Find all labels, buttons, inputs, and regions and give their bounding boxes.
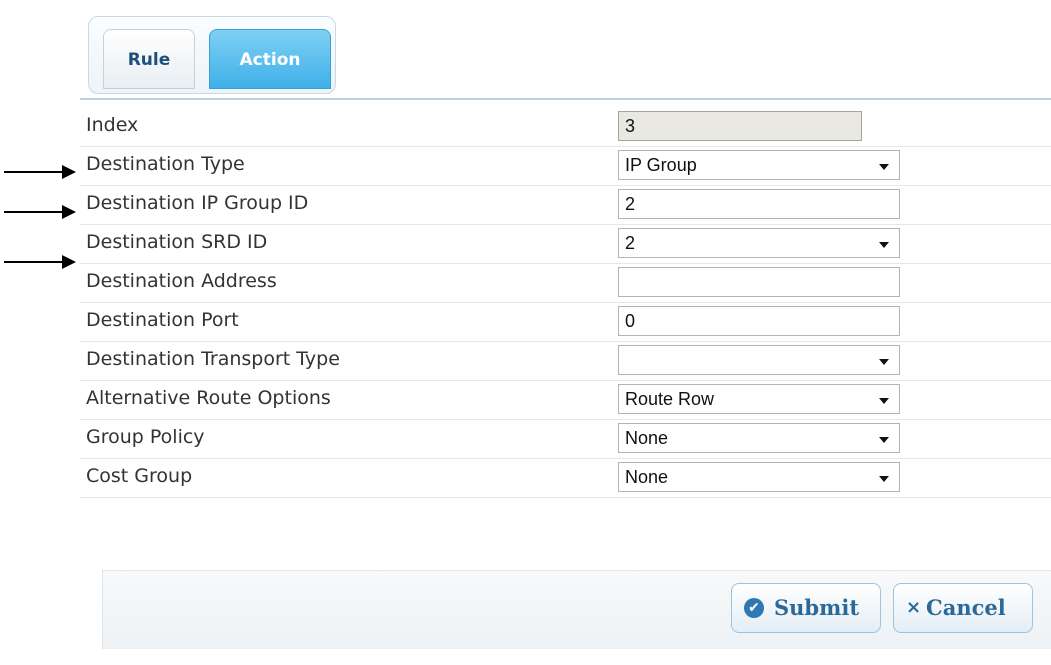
- cost-group-value: None: [625, 467, 669, 487]
- group-policy-label: Group Policy: [86, 426, 205, 448]
- chevron-down-icon: [879, 242, 889, 248]
- destination-transport-type-label: Destination Transport Type: [86, 348, 340, 370]
- index-label: Index: [86, 114, 139, 136]
- cancel-button[interactable]: × Cancel: [893, 583, 1033, 633]
- annotation-gutter: [0, 0, 80, 665]
- cancel-label: Cancel: [926, 595, 1006, 620]
- form-panel: Rule Action Index 3 Destination Type IP …: [80, 0, 1051, 665]
- x-icon: ×: [906, 597, 922, 618]
- form-footer: ✔ Submit × Cancel: [102, 570, 1051, 649]
- submit-label: Submit: [774, 595, 860, 620]
- alternative-route-options-value: Route Row: [625, 389, 715, 409]
- chevron-down-icon: [879, 164, 889, 170]
- destination-address-label: Destination Address: [86, 270, 277, 292]
- tab-action[interactable]: Action: [209, 29, 331, 89]
- row-destination-type: Destination Type IP Group: [80, 147, 1051, 186]
- check-circle-icon: ✔: [744, 598, 764, 618]
- cost-group-label: Cost Group: [86, 465, 193, 487]
- destination-srd-id-select[interactable]: 2: [618, 228, 900, 258]
- destination-address-input[interactable]: [618, 267, 900, 297]
- arrow-icon: [4, 255, 76, 269]
- arrow-icon: [4, 205, 76, 219]
- row-group-policy: Group Policy None: [80, 420, 1051, 459]
- form-rows: Index 3 Destination Type IP Group Destin…: [80, 108, 1051, 498]
- alternative-route-options-label: Alternative Route Options: [86, 387, 331, 409]
- submit-button[interactable]: ✔ Submit: [731, 583, 881, 633]
- chevron-down-icon: [879, 398, 889, 404]
- row-cost-group: Cost Group None: [80, 459, 1051, 498]
- chevron-down-icon: [879, 476, 889, 482]
- arrow-icon: [4, 165, 76, 179]
- destination-ip-group-id-label: Destination IP Group ID: [86, 192, 309, 214]
- tab-rule[interactable]: Rule: [103, 29, 195, 89]
- row-alternative-route-options: Alternative Route Options Route Row: [80, 381, 1051, 420]
- index-field: 3: [618, 111, 862, 141]
- destination-ip-group-id-input[interactable]: 2: [618, 189, 900, 219]
- destination-srd-id-value: 2: [625, 233, 636, 253]
- row-destination-transport-type: Destination Transport Type: [80, 342, 1051, 381]
- destination-transport-type-select[interactable]: [618, 345, 900, 375]
- row-index: Index 3: [80, 108, 1051, 147]
- cost-group-select[interactable]: None: [618, 462, 900, 492]
- row-destination-ip-group-id: Destination IP Group ID 2: [80, 186, 1051, 225]
- alternative-route-options-select[interactable]: Route Row: [618, 384, 900, 414]
- destination-port-input[interactable]: 0: [618, 306, 900, 336]
- group-policy-select[interactable]: None: [618, 423, 900, 453]
- row-destination-srd-id: Destination SRD ID 2: [80, 225, 1051, 264]
- destination-type-label: Destination Type: [86, 153, 245, 175]
- row-destination-address: Destination Address: [80, 264, 1051, 303]
- destination-srd-id-label: Destination SRD ID: [86, 231, 268, 253]
- tab-group: Rule Action: [88, 16, 336, 94]
- row-destination-port: Destination Port 0: [80, 303, 1051, 342]
- chevron-down-icon: [879, 359, 889, 365]
- tab-bar: Rule Action: [80, 6, 1051, 100]
- group-policy-value: None: [625, 428, 669, 448]
- destination-port-label: Destination Port: [86, 309, 239, 331]
- destination-type-select[interactable]: IP Group: [618, 150, 900, 180]
- chevron-down-icon: [879, 437, 889, 443]
- destination-type-value: IP Group: [625, 155, 697, 175]
